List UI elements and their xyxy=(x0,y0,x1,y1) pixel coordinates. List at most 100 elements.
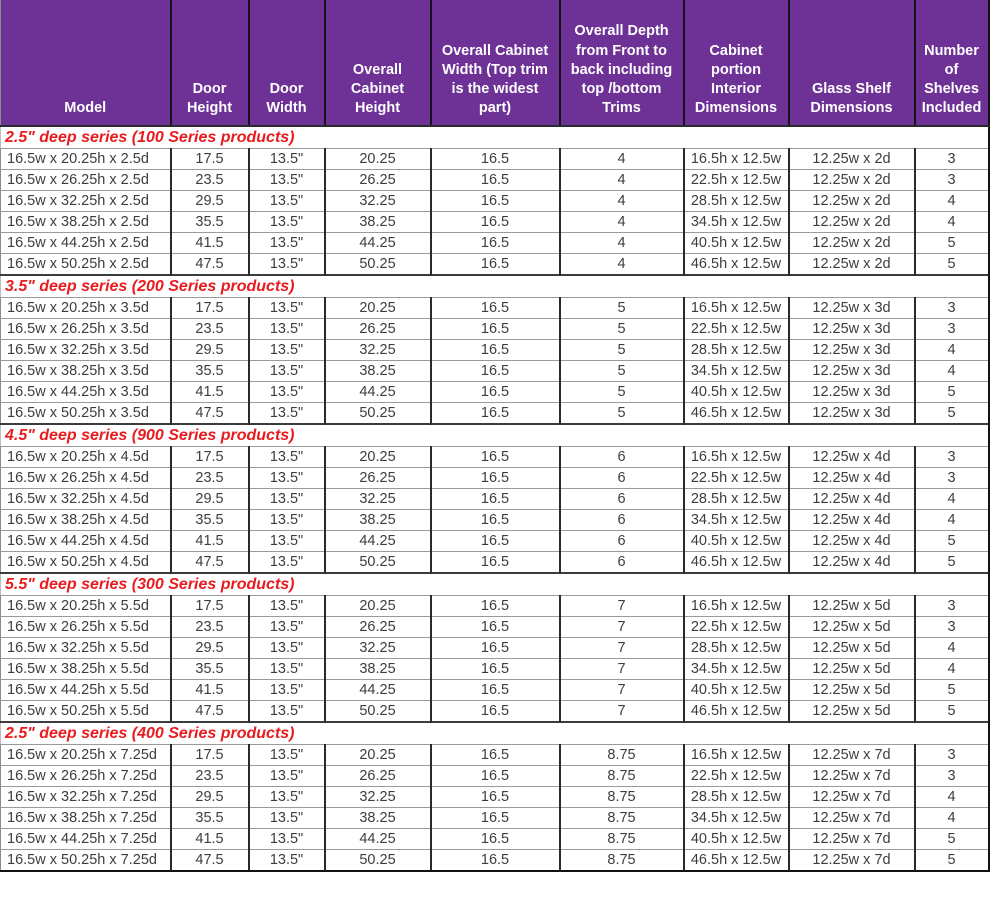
table-row: 16.5w x 20.25h x 4.5d17.513.5"20.2516.56… xyxy=(1,447,989,468)
cell-model: 16.5w x 44.25h x 7.25d xyxy=(1,829,171,850)
cell-door-width: 13.5" xyxy=(249,298,325,319)
cell-shelves-included: 5 xyxy=(915,850,989,872)
cell-overall-depth: 5 xyxy=(560,382,684,403)
cell-interior-dimensions: 28.5h x 12.5w xyxy=(684,638,789,659)
cell-door-height: 41.5 xyxy=(171,829,249,850)
cell-interior-dimensions: 46.5h x 12.5w xyxy=(684,850,789,872)
cell-overall-cabinet-width: 16.5 xyxy=(431,680,560,701)
cell-overall-depth: 6 xyxy=(560,531,684,552)
cell-overall-depth: 6 xyxy=(560,510,684,531)
table-row: 16.5w x 20.25h x 2.5d17.513.5"20.2516.54… xyxy=(1,149,989,170)
cell-overall-cabinet-width: 16.5 xyxy=(431,510,560,531)
cell-overall-cabinet-height: 32.25 xyxy=(325,787,431,808)
cell-door-height: 29.5 xyxy=(171,191,249,212)
cell-interior-dimensions: 46.5h x 12.5w xyxy=(684,552,789,574)
cell-overall-cabinet-width: 16.5 xyxy=(431,233,560,254)
header-cell-door-width: Door Width xyxy=(249,0,325,126)
cell-door-width: 13.5" xyxy=(249,808,325,829)
cell-interior-dimensions: 40.5h x 12.5w xyxy=(684,233,789,254)
cell-interior-dimensions: 22.5h x 12.5w xyxy=(684,617,789,638)
cell-shelves-included: 4 xyxy=(915,489,989,510)
cell-glass-shelf-dimensions: 12.25w x 5d xyxy=(789,659,915,680)
cell-overall-cabinet-height: 38.25 xyxy=(325,659,431,680)
cell-overall-depth: 8.75 xyxy=(560,829,684,850)
cell-shelves-included: 4 xyxy=(915,808,989,829)
cell-glass-shelf-dimensions: 12.25w x 4d xyxy=(789,489,915,510)
cell-shelves-included: 4 xyxy=(915,787,989,808)
cell-interior-dimensions: 22.5h x 12.5w xyxy=(684,319,789,340)
section-title: 3.5" deep series (200 Series products) xyxy=(1,275,989,298)
cell-overall-cabinet-width: 16.5 xyxy=(431,808,560,829)
cell-overall-cabinet-width: 16.5 xyxy=(431,149,560,170)
table-row: 16.5w x 44.25h x 7.25d41.513.5"44.2516.5… xyxy=(1,829,989,850)
cell-overall-depth: 7 xyxy=(560,659,684,680)
cell-glass-shelf-dimensions: 12.25w x 7d xyxy=(789,850,915,872)
cell-overall-depth: 7 xyxy=(560,701,684,723)
cell-overall-depth: 8.75 xyxy=(560,745,684,766)
cell-interior-dimensions: 22.5h x 12.5w xyxy=(684,766,789,787)
cell-shelves-included: 5 xyxy=(915,233,989,254)
cell-overall-cabinet-height: 20.25 xyxy=(325,298,431,319)
table-row: 16.5w x 38.25h x 4.5d35.513.5"38.2516.56… xyxy=(1,510,989,531)
table-row: 16.5w x 38.25h x 3.5d35.513.5"38.2516.55… xyxy=(1,361,989,382)
cell-interior-dimensions: 46.5h x 12.5w xyxy=(684,403,789,425)
table-row: 16.5w x 50.25h x 2.5d47.513.5"50.2516.54… xyxy=(1,254,989,276)
cell-interior-dimensions: 16.5h x 12.5w xyxy=(684,447,789,468)
cell-overall-depth: 5 xyxy=(560,298,684,319)
cell-model: 16.5w x 26.25h x 7.25d xyxy=(1,766,171,787)
cell-shelves-included: 3 xyxy=(915,149,989,170)
cell-overall-depth: 6 xyxy=(560,489,684,510)
cell-model: 16.5w x 20.25h x 3.5d xyxy=(1,298,171,319)
cell-overall-cabinet-height: 32.25 xyxy=(325,340,431,361)
cell-interior-dimensions: 28.5h x 12.5w xyxy=(684,787,789,808)
cell-glass-shelf-dimensions: 12.25w x 3d xyxy=(789,319,915,340)
cell-overall-cabinet-width: 16.5 xyxy=(431,403,560,425)
cell-door-width: 13.5" xyxy=(249,638,325,659)
cell-model: 16.5w x 26.25h x 3.5d xyxy=(1,319,171,340)
cell-interior-dimensions: 28.5h x 12.5w xyxy=(684,340,789,361)
cell-door-height: 35.5 xyxy=(171,659,249,680)
cell-door-height: 35.5 xyxy=(171,808,249,829)
cell-shelves-included: 3 xyxy=(915,617,989,638)
table-row: 16.5w x 32.25h x 2.5d29.513.5"32.2516.54… xyxy=(1,191,989,212)
cell-door-width: 13.5" xyxy=(249,552,325,574)
cell-overall-cabinet-height: 44.25 xyxy=(325,680,431,701)
cell-door-width: 13.5" xyxy=(249,212,325,233)
cell-model: 16.5w x 38.25h x 5.5d xyxy=(1,659,171,680)
section-row: 5.5" deep series (300 Series products) xyxy=(1,573,989,596)
cell-model: 16.5w x 50.25h x 3.5d xyxy=(1,403,171,425)
cell-shelves-included: 3 xyxy=(915,766,989,787)
cell-door-width: 13.5" xyxy=(249,233,325,254)
section-title: 5.5" deep series (300 Series products) xyxy=(1,573,989,596)
cell-door-height: 41.5 xyxy=(171,233,249,254)
cell-door-height: 41.5 xyxy=(171,531,249,552)
cell-overall-cabinet-width: 16.5 xyxy=(431,468,560,489)
cell-door-height: 47.5 xyxy=(171,403,249,425)
cell-overall-cabinet-height: 44.25 xyxy=(325,531,431,552)
cell-model: 16.5w x 50.25h x 2.5d xyxy=(1,254,171,276)
cell-overall-cabinet-height: 50.25 xyxy=(325,552,431,574)
cell-overall-cabinet-height: 20.25 xyxy=(325,596,431,617)
cell-overall-cabinet-height: 50.25 xyxy=(325,850,431,872)
cell-door-width: 13.5" xyxy=(249,403,325,425)
cell-overall-cabinet-height: 32.25 xyxy=(325,489,431,510)
cell-shelves-included: 3 xyxy=(915,596,989,617)
cell-overall-cabinet-width: 16.5 xyxy=(431,340,560,361)
cell-overall-depth: 5 xyxy=(560,319,684,340)
table-row: 16.5w x 32.25h x 3.5d29.513.5"32.2516.55… xyxy=(1,340,989,361)
cell-interior-dimensions: 22.5h x 12.5w xyxy=(684,468,789,489)
section-row: 3.5" deep series (200 Series products) xyxy=(1,275,989,298)
cell-overall-cabinet-width: 16.5 xyxy=(431,617,560,638)
cell-interior-dimensions: 16.5h x 12.5w xyxy=(684,745,789,766)
cell-overall-cabinet-height: 38.25 xyxy=(325,212,431,233)
cell-overall-cabinet-width: 16.5 xyxy=(431,298,560,319)
cell-overall-cabinet-width: 16.5 xyxy=(431,787,560,808)
cell-door-height: 29.5 xyxy=(171,638,249,659)
cell-shelves-included: 3 xyxy=(915,298,989,319)
section-row: 4.5" deep series (900 Series products) xyxy=(1,424,989,447)
section-title: 2.5" deep series (400 Series products) xyxy=(1,722,989,745)
cell-door-height: 17.5 xyxy=(171,447,249,468)
cell-shelves-included: 5 xyxy=(915,552,989,574)
cell-model: 16.5w x 38.25h x 4.5d xyxy=(1,510,171,531)
section-row: 2.5" deep series (100 Series products) xyxy=(1,126,989,149)
